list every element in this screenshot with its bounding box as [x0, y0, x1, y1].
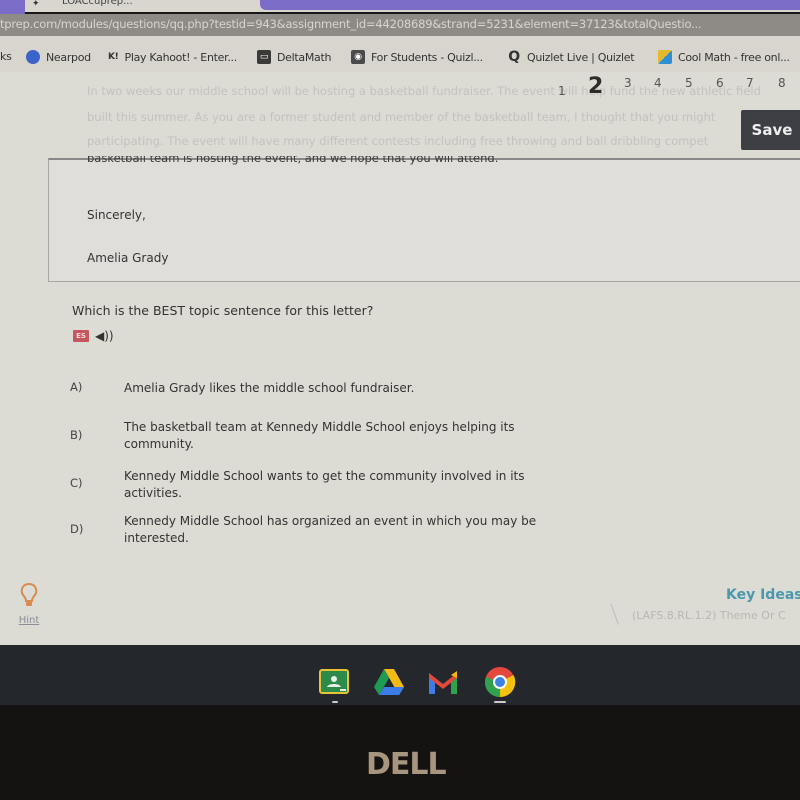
- page-5[interactable]: 5: [685, 76, 693, 90]
- dell-logo: DELL: [366, 747, 447, 782]
- page-content: In two weeks our middle school will be h…: [0, 72, 800, 645]
- gmail-icon: [429, 671, 457, 694]
- bookmark-quizlet[interactable]: Q Quizlet Live | Quizlet: [507, 50, 634, 64]
- page-3[interactable]: 3: [624, 76, 632, 90]
- pin-icon: ✦: [32, 0, 40, 9]
- choice-text: Kennedy Middle School wants to get the c…: [124, 469, 525, 500]
- quizizz-icon: ◉: [351, 50, 365, 64]
- question-prompt: Which is the BEST topic sentence for thi…: [72, 303, 374, 318]
- bracket-mark: [610, 601, 626, 625]
- running-indicator: [494, 701, 506, 703]
- bookmark-label: For Students - Quizl...: [371, 50, 483, 64]
- bookmark-deltamath[interactable]: ▭ DeltaMath: [257, 50, 331, 64]
- letter-signature: Amelia Grady: [87, 251, 169, 265]
- nearpod-icon: [26, 50, 40, 64]
- coolmath-icon: [658, 50, 672, 64]
- shelf-app-gmail[interactable]: [426, 665, 460, 699]
- page-8[interactable]: 8: [778, 76, 786, 90]
- hint-label[interactable]: Hint: [19, 615, 40, 626]
- passage-line: built this summer. As you are a former s…: [87, 110, 716, 124]
- hint-button[interactable]: Hint: [14, 582, 44, 627]
- shelf-app-classroom[interactable]: [318, 665, 352, 699]
- bookmark-kahoot[interactable]: K! Play Kahoot! - Enter...: [108, 50, 237, 64]
- translate-icon[interactable]: ES: [73, 330, 89, 342]
- passage-area: In two weeks our middle school will be h…: [60, 72, 800, 158]
- bookmark-label: Nearpod: [46, 50, 91, 64]
- page-2-current[interactable]: 2: [588, 74, 603, 99]
- choice-text: Amelia Grady likes the middle school fun…: [124, 381, 415, 395]
- kahoot-icon: K!: [108, 52, 119, 62]
- standard-code: (LAFS.8.RL.1.2) Theme Or C: [632, 609, 786, 622]
- choice-letter: B): [70, 428, 83, 442]
- letter-closing: Sincerely,: [87, 208, 146, 222]
- page-6[interactable]: 6: [716, 76, 724, 90]
- bookmark-apps[interactable]: ks: [0, 50, 12, 63]
- choice-text: The basketball team at Kennedy Middle Sc…: [124, 420, 515, 451]
- google-classroom-icon: [319, 669, 349, 694]
- quizlet-icon: Q: [508, 49, 520, 65]
- letter-box: basketball team is hosting the event, an…: [48, 156, 800, 282]
- choice-letter: C): [70, 476, 83, 490]
- question-tools: ES ◀)): [73, 329, 114, 343]
- shelf-app-chrome[interactable]: [483, 665, 517, 699]
- tab-title[interactable]: LOACcuprep...: [62, 0, 133, 7]
- bookmark-nearpod[interactable]: Nearpod: [26, 50, 91, 64]
- address-bar[interactable]: tprep.com/modules/questions/qq.php?testi…: [0, 14, 800, 36]
- choice-letter: A): [70, 380, 83, 394]
- lightbulb-icon: [20, 582, 38, 606]
- bookmark-label: ks: [0, 50, 12, 63]
- choice-letter: D): [70, 522, 84, 536]
- page-1[interactable]: 1: [558, 84, 566, 98]
- choice-text: Kennedy Middle School has organized an e…: [124, 514, 537, 545]
- bookmark-quizizz[interactable]: ◉ For Students - Quizl...: [351, 50, 483, 64]
- bookmark-label: DeltaMath: [277, 50, 332, 64]
- page-7[interactable]: 7: [746, 76, 754, 90]
- standard-category[interactable]: Key Ideas a: [726, 587, 800, 603]
- letter-cut-line: basketball team is hosting the event, an…: [87, 156, 499, 165]
- chrome-icon: [484, 667, 516, 698]
- tab-strip: ✦ LOACcuprep...: [0, 0, 800, 18]
- bookmark-coolmath[interactable]: Cool Math - free onl...: [658, 50, 790, 64]
- deltamath-icon: ▭: [257, 50, 271, 64]
- bookmark-label: Quizlet Live | Quizlet: [527, 50, 635, 64]
- bookmark-label: Cool Math - free onl...: [678, 50, 790, 64]
- url-text[interactable]: tprep.com/modules/questions/qq.php?testi…: [0, 17, 702, 31]
- os-shelf: [0, 645, 800, 705]
- speaker-icon[interactable]: ◀)): [95, 329, 114, 343]
- tab-active[interactable]: [260, 0, 800, 10]
- bookmark-label: Play Kahoot! - Enter...: [124, 50, 237, 64]
- google-drive-icon: [374, 669, 404, 695]
- passage-line: participating. The event will have many …: [87, 134, 709, 148]
- save-button[interactable]: Save: [741, 110, 800, 150]
- bookmarks-bar: ks Nearpod K! Play Kahoot! - Enter... ▭ …: [0, 36, 800, 72]
- page-4[interactable]: 4: [654, 76, 662, 90]
- shelf-app-drive[interactable]: [372, 665, 406, 699]
- running-indicator: [332, 701, 338, 703]
